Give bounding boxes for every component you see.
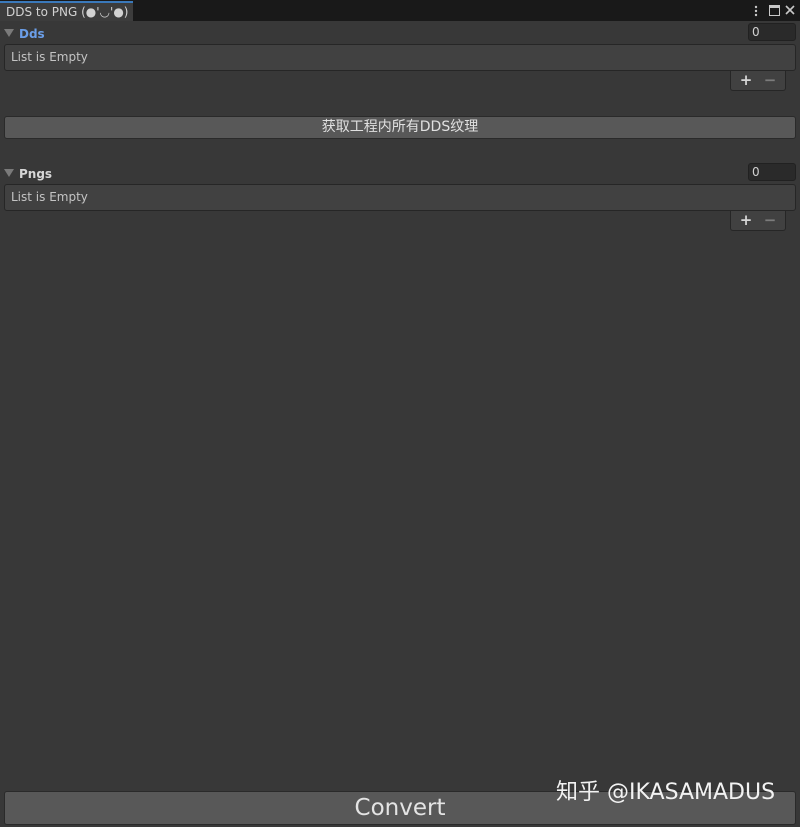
- pngs-remove-button[interactable]: −: [759, 211, 781, 230]
- watermark: 知乎 @IKASAMADUS: [556, 780, 776, 805]
- dds-list-footer: + −: [730, 71, 786, 91]
- pngs-list-footer: + −: [730, 211, 786, 231]
- pngs-list: List is Empty: [4, 184, 796, 211]
- pngs-empty-text: List is Empty: [11, 190, 88, 204]
- window-tab[interactable]: DDS to PNG (●'◡'●): [0, 1, 133, 21]
- dds-size-field[interactable]: 0: [748, 23, 796, 41]
- foldout-arrow-icon[interactable]: [4, 169, 14, 177]
- pngs-add-button[interactable]: +: [735, 211, 757, 230]
- window-tab-title: DDS to PNG (●'◡'●): [6, 5, 129, 19]
- dds-list: List is Empty: [4, 44, 796, 71]
- maximize-icon[interactable]: [767, 2, 781, 19]
- dds-label: Dds: [19, 27, 45, 41]
- dds-foldout-header[interactable]: Dds 0: [4, 23, 796, 42]
- kebab-menu-icon[interactable]: [749, 2, 763, 19]
- dds-add-button[interactable]: +: [735, 71, 757, 90]
- pngs-size-field[interactable]: 0: [748, 163, 796, 181]
- window-titlebar: DDS to PNG (●'◡'●): [0, 0, 800, 21]
- scan-dds-textures-button[interactable]: 获取工程内所有DDS纹理: [4, 116, 796, 139]
- dds-empty-text: List is Empty: [11, 50, 88, 64]
- foldout-arrow-icon[interactable]: [4, 29, 14, 37]
- dds-remove-button[interactable]: −: [759, 71, 781, 90]
- close-icon[interactable]: [783, 2, 797, 19]
- pngs-label: Pngs: [19, 167, 53, 181]
- pngs-foldout-header[interactable]: Pngs 0: [4, 163, 796, 182]
